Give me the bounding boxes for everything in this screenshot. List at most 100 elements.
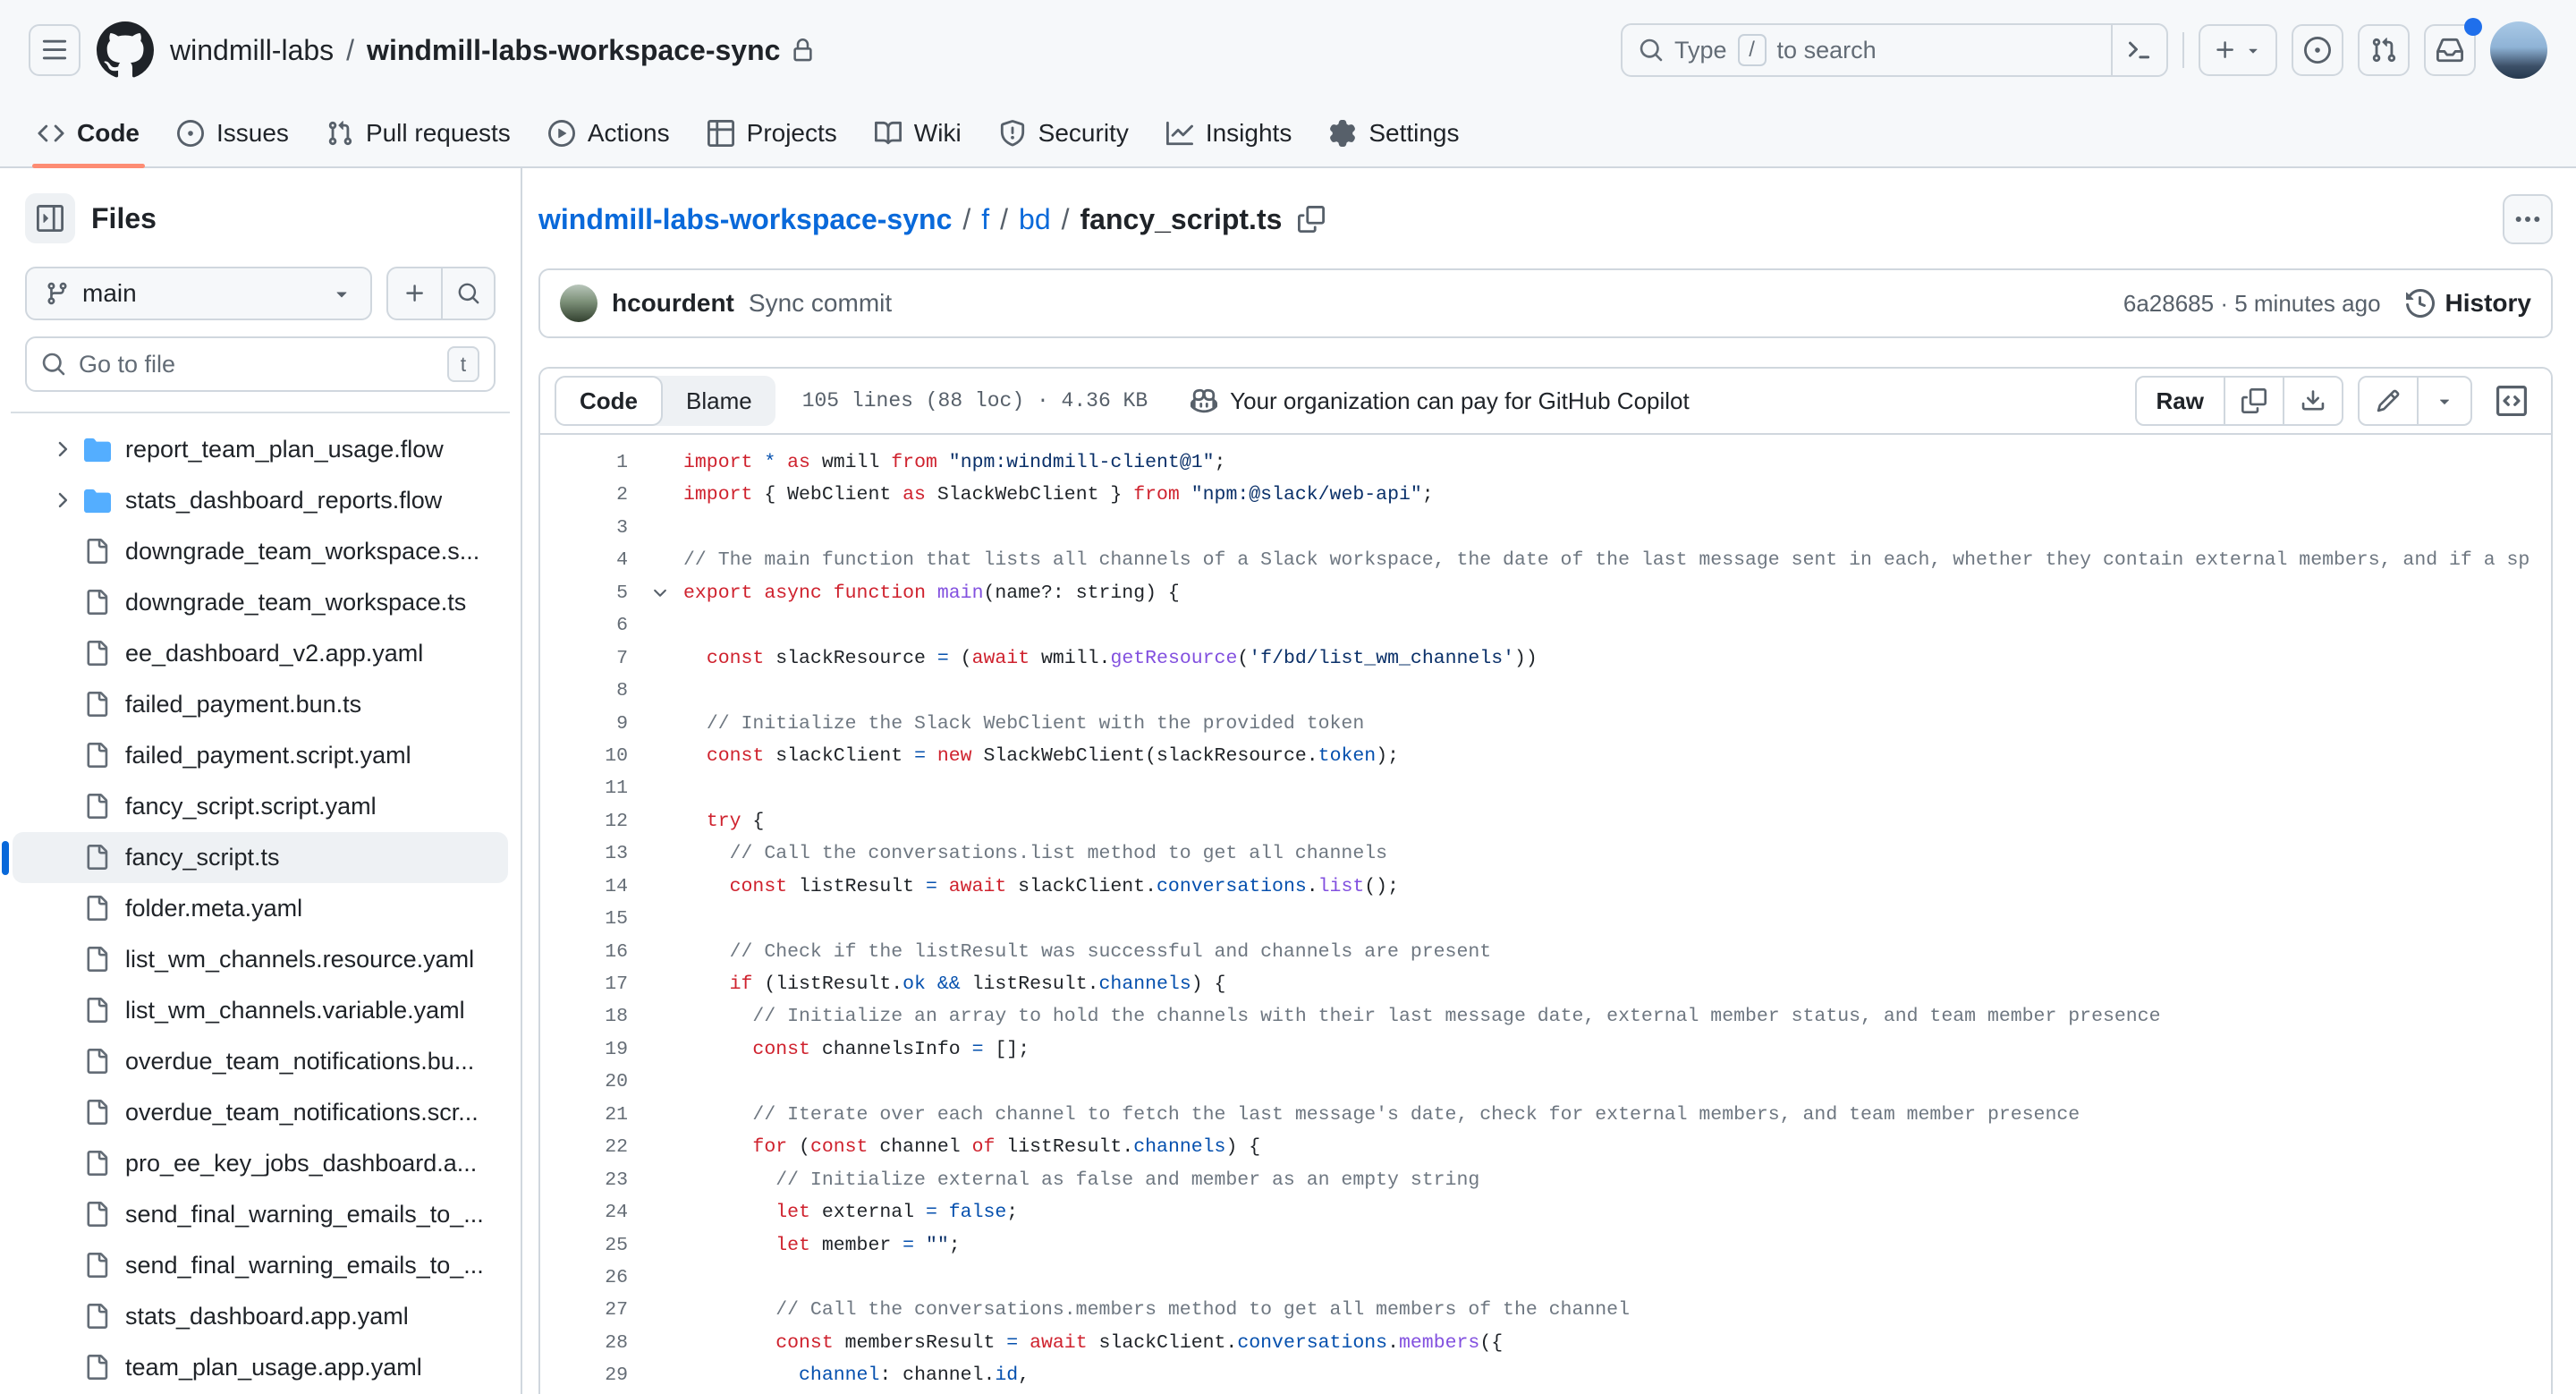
commit-message[interactable]: Sync commit <box>749 289 892 318</box>
line-number[interactable]: 17 <box>540 968 637 1000</box>
file-tree-item-failed_payment.script.yaml[interactable]: failed_payment.script.yaml <box>13 730 508 781</box>
line-number[interactable]: 24 <box>540 1196 637 1228</box>
add-file-button[interactable] <box>388 268 441 319</box>
edit-dropdown-button[interactable] <box>2417 378 2470 424</box>
tab-insights[interactable]: Insights <box>1150 100 1309 166</box>
symbols-panel-button[interactable] <box>2487 376 2537 426</box>
line-number[interactable]: 16 <box>540 936 637 968</box>
folder-icon <box>84 488 111 514</box>
copilot-banner[interactable]: Your organization can pay for GitHub Cop… <box>1191 387 1690 415</box>
hamburger-menu-button[interactable] <box>29 24 80 76</box>
line-number[interactable]: 15 <box>540 903 637 935</box>
line-number[interactable]: 9 <box>540 708 637 740</box>
line-number[interactable]: 20 <box>540 1066 637 1098</box>
file-tree-item-fancy_script.script.yaml[interactable]: fancy_script.script.yaml <box>13 781 508 832</box>
copy-file-button[interactable] <box>2224 378 2283 424</box>
file-tree-item-downgrade_team_workspace.s...[interactable]: downgrade_team_workspace.s... <box>13 526 508 577</box>
user-avatar[interactable] <box>2490 21 2547 79</box>
tab-issues[interactable]: Issues <box>161 100 305 166</box>
breadcrumb-dir-f[interactable]: f <box>981 203 989 236</box>
blame-view-tab[interactable]: Blame <box>663 376 775 426</box>
line-number[interactable]: 22 <box>540 1131 637 1163</box>
branch-selector[interactable]: main <box>25 267 372 320</box>
download-file-button[interactable] <box>2283 378 2342 424</box>
file-tree-item-report_team_plan_usage.flow[interactable]: report_team_plan_usage.flow <box>13 424 508 475</box>
tab-projects[interactable]: Projects <box>691 100 853 166</box>
tab-wiki[interactable]: Wiki <box>859 100 978 166</box>
line-number[interactable]: 14 <box>540 871 637 903</box>
edit-file-button[interactable] <box>2360 378 2417 424</box>
create-new-button[interactable] <box>2199 24 2277 76</box>
tab-settings[interactable]: Settings <box>1313 100 1475 166</box>
line-number[interactable]: 10 <box>540 740 637 772</box>
line-number[interactable]: 19 <box>540 1033 637 1066</box>
file-tree-item-pro_ee_key_jobs_dashboard.a...[interactable]: pro_ee_key_jobs_dashboard.a... <box>13 1138 508 1189</box>
line-number[interactable]: 6 <box>540 609 637 642</box>
file-tree-item-ee_dashboard_v2.app.yaml[interactable]: ee_dashboard_v2.app.yaml <box>13 628 508 679</box>
line-number[interactable]: 21 <box>540 1099 637 1131</box>
line-number[interactable]: 12 <box>540 805 637 837</box>
file-tree-item-send_final_warning_emails_to_...[interactable]: send_final_warning_emails_to_... <box>13 1189 508 1240</box>
go-to-file-field[interactable]: t <box>25 336 496 392</box>
breadcrumb-dir-bd[interactable]: bd <box>1019 203 1051 236</box>
go-to-file-input[interactable] <box>79 350 435 378</box>
file-tree-item-send_final_warning_emails_to_...[interactable]: send_final_warning_emails_to_... <box>13 1240 508 1291</box>
line-number[interactable]: 27 <box>540 1294 637 1326</box>
file-tree-item-downgrade_team_workspace.ts[interactable]: downgrade_team_workspace.ts <box>13 577 508 628</box>
raw-copy-download-group: Raw <box>2134 376 2343 426</box>
copy-path-button[interactable] <box>1298 206 1326 233</box>
fold-chevron-icon[interactable] <box>637 577 683 609</box>
file-tree-item-failed_payment.bun.ts[interactable]: failed_payment.bun.ts <box>13 679 508 730</box>
tab-code[interactable]: Code <box>21 100 156 168</box>
file-tree-item-stats_dashboard_reports.flow[interactable]: stats_dashboard_reports.flow <box>13 475 508 526</box>
search-input[interactable]: Type / to search <box>1623 34 2111 66</box>
line-number[interactable]: 3 <box>540 512 637 544</box>
github-logo[interactable] <box>97 21 154 79</box>
line-number[interactable]: 23 <box>540 1164 637 1196</box>
history-button[interactable]: History <box>2405 289 2531 318</box>
repo-link[interactable]: windmill-labs-workspace-sync <box>367 34 780 67</box>
search-tree-button[interactable] <box>441 268 494 319</box>
commit-author[interactable]: hcourdent <box>612 289 734 318</box>
line-number[interactable]: 18 <box>540 1000 637 1033</box>
file-tree-item-list_wm_channels.variable.yaml[interactable]: list_wm_channels.variable.yaml <box>13 985 508 1036</box>
file-tree-item-list_wm_channels.resource.yaml[interactable]: list_wm_channels.resource.yaml <box>13 934 508 985</box>
line-number[interactable]: 13 <box>540 837 637 870</box>
commit-author-avatar[interactable] <box>560 285 597 322</box>
line-number[interactable]: 29 <box>540 1359 637 1391</box>
file-tree-item-overdue_team_notifications.bu...[interactable]: overdue_team_notifications.bu... <box>13 1036 508 1087</box>
raw-button[interactable]: Raw <box>2137 378 2224 424</box>
line-number[interactable]: 28 <box>540 1327 637 1359</box>
line-number[interactable]: 2 <box>540 479 637 511</box>
file-tree-item-overdue_team_notifications.scr...[interactable]: overdue_team_notifications.scr... <box>13 1087 508 1138</box>
code-editor[interactable]: 1 import * as wmill from "npm:windmill-cl… <box>540 435 2551 1394</box>
tab-actions[interactable]: Actions <box>532 100 686 166</box>
collapse-sidebar-button[interactable] <box>25 193 75 243</box>
code-view-tab[interactable]: Code <box>555 376 663 426</box>
line-number[interactable]: 26 <box>540 1262 637 1294</box>
line-number[interactable]: 7 <box>540 642 637 675</box>
chevron-right-icon[interactable] <box>50 438 75 463</box>
line-number[interactable]: 8 <box>540 675 637 707</box>
command-palette-button[interactable] <box>2111 25 2166 75</box>
file-tree-item-stats_dashboard.app.yaml[interactable]: stats_dashboard.app.yaml <box>13 1291 508 1342</box>
line-number[interactable]: 5 <box>540 577 637 609</box>
line-number[interactable]: 1 <box>540 446 637 479</box>
org-link[interactable]: windmill-labs <box>170 34 334 67</box>
pull-requests-dashboard-button[interactable] <box>2358 24 2410 76</box>
issues-dashboard-button[interactable] <box>2292 24 2343 76</box>
global-search[interactable]: Type / to search <box>1621 23 2168 77</box>
breadcrumb-repo-link[interactable]: windmill-labs-workspace-sync <box>538 203 952 236</box>
file-tree-item-fancy_script.ts[interactable]: fancy_script.ts <box>13 832 508 883</box>
line-number[interactable]: 25 <box>540 1229 637 1262</box>
tab-pull-requests[interactable]: Pull requests <box>310 100 527 166</box>
file-tree-item-folder.meta.yaml[interactable]: folder.meta.yaml <box>13 883 508 934</box>
latest-commit-bar[interactable]: hcourdent Sync commit 6a28685 · 5 minute… <box>538 268 2553 338</box>
file-tree-item-team_plan_usage.app.yaml[interactable]: team_plan_usage.app.yaml <box>13 1342 508 1393</box>
more-options-button[interactable] <box>2503 194 2553 244</box>
chevron-right-icon[interactable] <box>50 489 75 514</box>
tab-security[interactable]: Security <box>983 100 1145 166</box>
commit-sha-time[interactable]: 6a28685 · 5 minutes ago <box>2123 290 2381 318</box>
line-number[interactable]: 11 <box>540 772 637 804</box>
line-number[interactable]: 4 <box>540 544 637 576</box>
